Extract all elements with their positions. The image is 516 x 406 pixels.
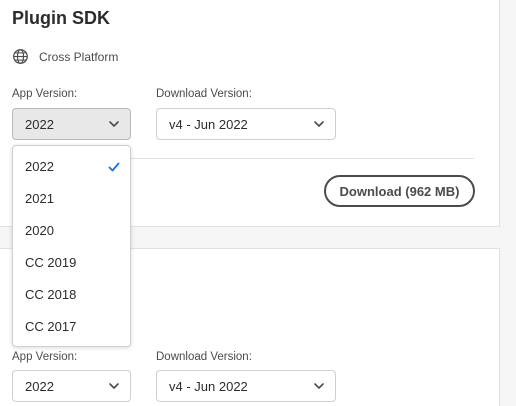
menu-item-cc-2019[interactable]: CC 2019 <box>13 247 130 279</box>
globe-icon <box>13 49 28 64</box>
app-version-value: 2022 <box>25 116 54 132</box>
chevron-down-icon <box>109 121 119 127</box>
menu-item-label: 2021 <box>25 191 54 206</box>
download-version-label: Download Version: <box>156 351 252 363</box>
menu-item-label: CC 2017 <box>25 319 77 334</box>
app-version-value: 2022 <box>25 378 54 394</box>
menu-item-label: CC 2019 <box>25 255 77 270</box>
download-version-select[interactable]: v4 - Jun 2022 <box>156 108 336 140</box>
chevron-down-icon <box>314 383 324 389</box>
chevron-down-icon <box>109 383 119 389</box>
menu-item-cc-2018[interactable]: CC 2018 <box>13 279 130 311</box>
menu-item-label: 2020 <box>25 223 54 238</box>
menu-item-label: 2022 <box>25 159 54 174</box>
download-version-value: v4 - Jun 2022 <box>169 378 248 394</box>
menu-item-2021[interactable]: 2021 <box>13 183 130 215</box>
platform-row: Cross Platform <box>12 48 118 65</box>
menu-item-2020[interactable]: 2020 <box>13 215 130 247</box>
download-button[interactable]: Download (962 MB) <box>324 175 475 207</box>
download-version-label: Download Version: <box>156 88 252 100</box>
platform-label: Cross Platform <box>39 49 119 64</box>
app-version-select[interactable]: 2022 <box>12 108 131 140</box>
download-version-select[interactable]: v4 - Jun 2022 <box>156 370 336 402</box>
menu-item-cc-2017[interactable]: CC 2017 <box>13 311 130 343</box>
card-title: Plugin SDK <box>12 8 110 28</box>
app-version-menu: 2022 2021 2020 CC 2019 CC 2018 CC 2017 <box>12 145 131 347</box>
download-version-value: v4 - Jun 2022 <box>169 116 248 132</box>
menu-item-2022[interactable]: 2022 <box>13 151 130 183</box>
app-version-label: App Version: <box>12 351 78 363</box>
chevron-down-icon <box>314 121 324 127</box>
divider <box>130 158 474 159</box>
app-version-label: App Version: <box>12 88 78 100</box>
app-version-select[interactable]: 2022 <box>12 370 131 402</box>
menu-item-label: CC 2018 <box>25 287 77 302</box>
checkmark-icon <box>108 162 120 172</box>
